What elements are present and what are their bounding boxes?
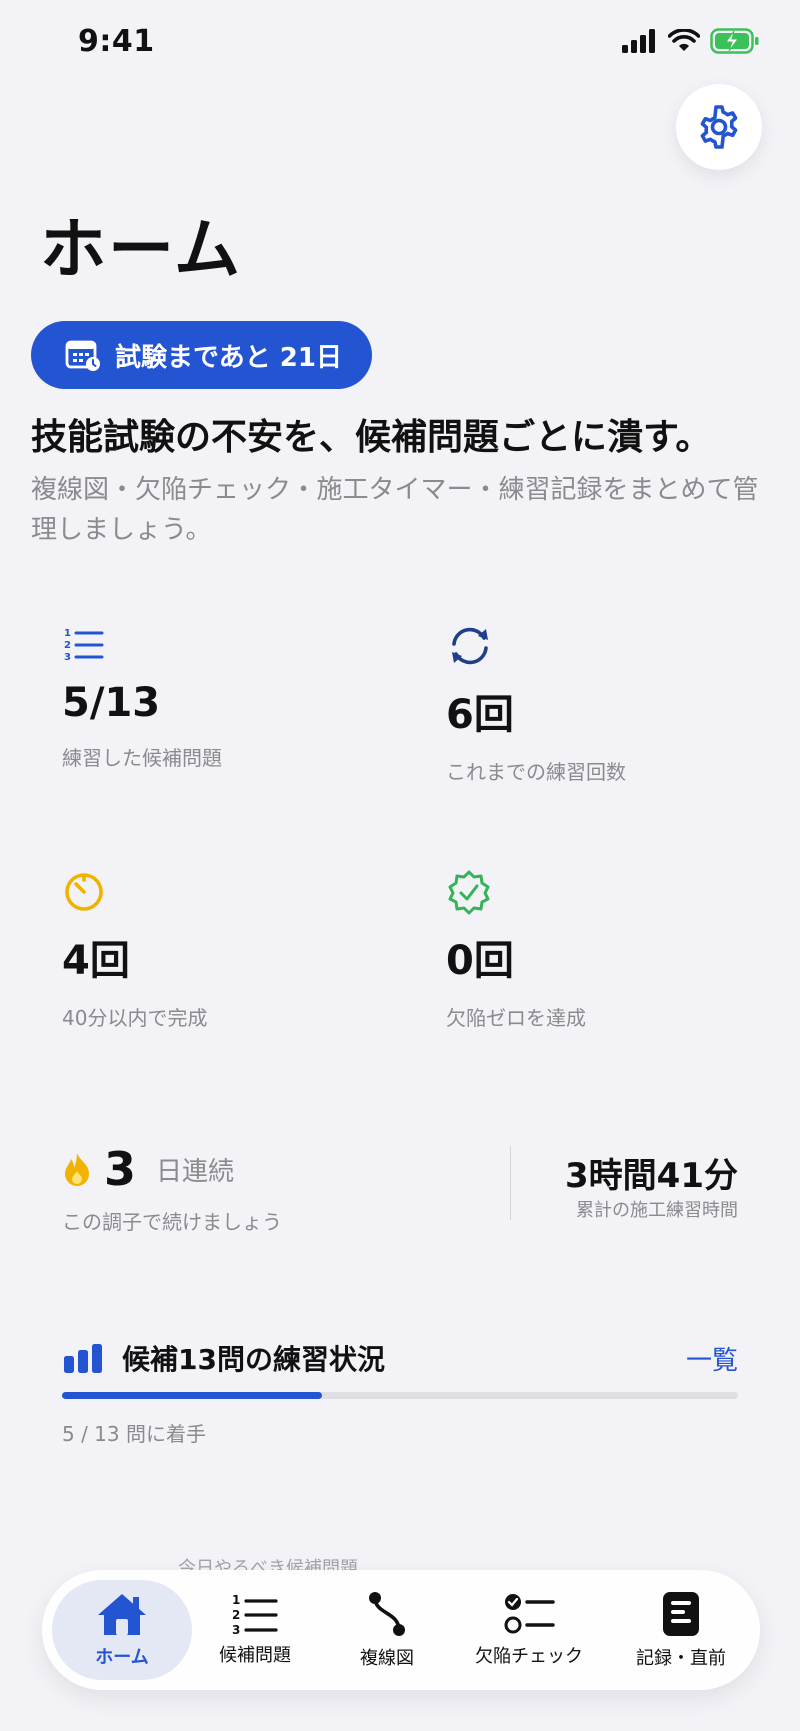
- svg-text:1: 1: [64, 628, 71, 639]
- progress-header: 候補13問の練習状況 一覧: [62, 1338, 738, 1378]
- exam-countdown-label: 試験まであと 21日: [115, 342, 342, 373]
- divider: [510, 1146, 511, 1220]
- tab-home[interactable]: ホーム: [52, 1570, 192, 1690]
- exam-countdown-badge: 試験まであと 21日: [31, 321, 372, 389]
- stat-label: これまでの練習回数: [446, 760, 626, 784]
- timer-icon: [65, 873, 103, 911]
- status-icons: [622, 28, 760, 54]
- stat-label: 練習した候補問題: [62, 746, 222, 770]
- cellular-signal-icon: [622, 29, 655, 53]
- calendar-clock-icon: [65, 340, 100, 371]
- tab-defect-check[interactable]: 欠陥チェック: [454, 1570, 604, 1690]
- streak-caption: この調子で続けましょう: [62, 1210, 282, 1234]
- tab-label: 記録・直前: [636, 1648, 726, 1669]
- progress-bar: [62, 1392, 738, 1399]
- streak-count: 3: [104, 1142, 137, 1196]
- tab-label: 複線図: [360, 1648, 414, 1669]
- stat-total-practice-count: 6回 これまでの練習回数: [446, 624, 766, 785]
- stat-value: 6回: [446, 692, 514, 738]
- flame-icon: [65, 1153, 89, 1186]
- svg-text:2: 2: [232, 1608, 240, 1622]
- stat-value: 4回: [62, 938, 130, 984]
- svg-text:3: 3: [232, 1623, 240, 1635]
- wifi-icon: [668, 29, 700, 51]
- total-practice-time-caption: 累計の施工練習時間: [576, 1200, 738, 1221]
- stat-practiced-problems: 123 5/13 練習した候補問題: [62, 622, 382, 771]
- progress-caption: 5 / 13 問に着手: [62, 1422, 206, 1446]
- progress-bar-fill: [62, 1392, 323, 1399]
- view-all-link[interactable]: 一覧: [686, 1340, 738, 1377]
- stat-value: 0回: [446, 938, 514, 984]
- tab-bar: ホーム 123 候補問題 複線図 欠陥チェック 記録・直前: [42, 1570, 760, 1690]
- stat-under-40min: 4回 40分以内で完成: [62, 870, 382, 1031]
- stat-label: 欠陥ゼロを達成: [446, 1006, 586, 1030]
- numbered-list-icon: 123: [232, 1593, 278, 1635]
- status-bar: 9:41: [0, 0, 800, 90]
- checklist-icon: [504, 1594, 555, 1634]
- streak: 3 日連続: [62, 1142, 234, 1196]
- streak-unit: 日連続: [156, 1156, 235, 1187]
- bar-chart-icon: [64, 1344, 102, 1373]
- verified-badge-icon: [448, 870, 490, 915]
- svg-text:1: 1: [232, 1593, 240, 1607]
- stat-zero-defects: 0回 欠陥ゼロを達成: [446, 870, 766, 1031]
- svg-text:2: 2: [64, 640, 71, 651]
- route-icon: [369, 1592, 405, 1636]
- tab-label: 候補問題: [219, 1645, 291, 1666]
- house-icon: [98, 1594, 146, 1635]
- tab-records-final[interactable]: 記録・直前: [606, 1570, 756, 1690]
- tab-label: 欠陥チェック: [475, 1646, 583, 1667]
- gear-icon: [700, 105, 738, 149]
- document-icon: [663, 1592, 699, 1636]
- page-title: ホーム: [40, 211, 243, 288]
- stat-label: 40分以内で完成: [62, 1006, 208, 1030]
- tab-label: ホーム: [95, 1647, 149, 1668]
- tab-candidate-problems[interactable]: 123 候補問題: [190, 1570, 320, 1690]
- tab-wiring-diagram[interactable]: 複線図: [322, 1570, 452, 1690]
- battery-charging-icon: [710, 28, 759, 54]
- stat-value: 5/13: [62, 680, 161, 726]
- svg-text:3: 3: [64, 652, 71, 662]
- progress-title: 候補13問の練習状況: [122, 1343, 385, 1376]
- subtext: 複線図・欠陥チェック・施工タイマー・練習記録をまとめて管理しましょう。: [31, 475, 759, 545]
- numbered-list-icon: 123: [64, 628, 104, 662]
- refresh-icon: [452, 627, 488, 665]
- settings-button[interactable]: [676, 84, 762, 170]
- headline: 技能試験の不安を、候補問題ごとに潰す。: [31, 417, 712, 458]
- status-time: 9:41: [78, 24, 155, 59]
- total-practice-time: 3時間41分: [565, 1156, 738, 1196]
